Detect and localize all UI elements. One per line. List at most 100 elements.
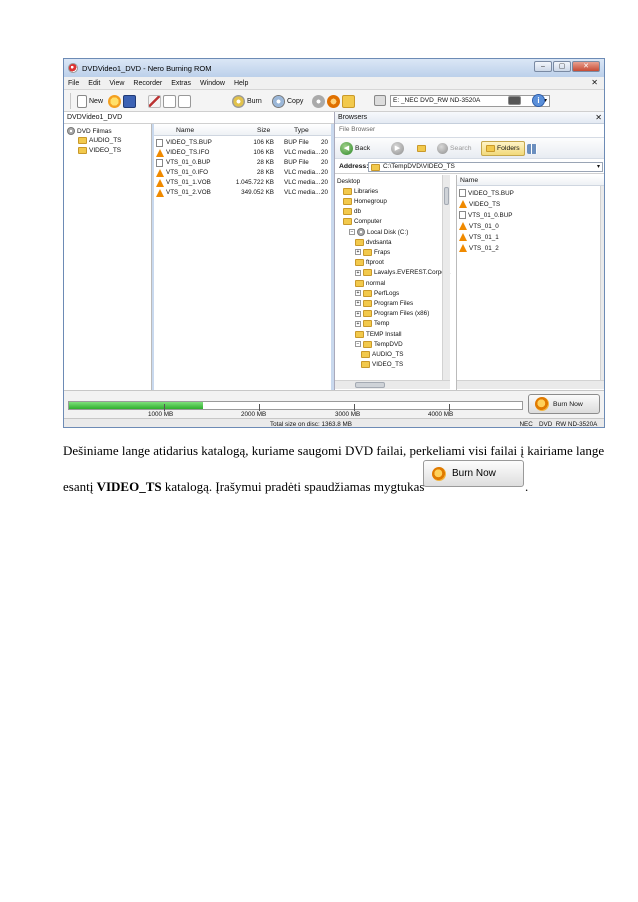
minimize-button[interactable]: –: [534, 61, 552, 72]
file-name: VIDEO_TS.IFO: [166, 149, 210, 156]
table-row[interactable]: VTS_01_0.IFO 28 KB VLC media... 20: [154, 168, 331, 178]
drive-select[interactable]: E: _NEC DVD_RW ND-3520A ▾: [390, 95, 550, 107]
browser-close-icon[interactable]: ✕: [595, 113, 602, 122]
menu-help[interactable]: Help: [234, 80, 248, 87]
folder-tree-item[interactable]: ftproot: [355, 258, 384, 268]
folder-tree-item[interactable]: + PerfLogs: [355, 288, 399, 298]
table-row[interactable]: VIDEO_TS.BUP 106 KB BUP File 20: [154, 138, 331, 148]
new-button[interactable]: New: [70, 93, 103, 109]
list-item[interactable]: VIDEO_TS.BUP: [459, 188, 514, 198]
burn-button[interactable]: Burn: [232, 93, 262, 109]
menu-file[interactable]: File: [68, 80, 79, 87]
table-row[interactable]: VTS_01_0.BUP 28 KB BUP File 20: [154, 158, 331, 168]
capacity-tick: [259, 404, 260, 411]
column-type[interactable]: Type: [294, 127, 309, 134]
capacity-tick: [164, 404, 165, 411]
folder-tree-item[interactable]: + Program Files (x86): [355, 309, 429, 319]
expand-toggle-icon[interactable]: −: [349, 229, 355, 235]
expand-toggle-icon[interactable]: −: [355, 341, 361, 348]
forward-button[interactable]: ▶: [391, 141, 404, 156]
folder-tree-item[interactable]: Homegroup: [343, 196, 387, 206]
maximize-button[interactable]: ▢: [553, 61, 571, 72]
folder-tree-item[interactable]: Computer: [343, 217, 382, 227]
expand-toggle-icon[interactable]: +: [355, 300, 361, 307]
menu-recorder[interactable]: Recorder: [133, 80, 162, 87]
tree-vertical-scrollbar[interactable]: [442, 175, 450, 380]
expand-toggle-icon[interactable]: +: [355, 290, 361, 297]
folders-button[interactable]: Folders: [481, 141, 525, 156]
copy-button[interactable]: Copy: [272, 93, 303, 109]
files-horizontal-scrollbar[interactable]: [457, 380, 604, 389]
menu-window[interactable]: Window: [200, 80, 225, 87]
drive-icon[interactable]: [508, 96, 521, 105]
folder-tree-item[interactable]: Desktop: [337, 176, 360, 186]
folder-tree-item[interactable]: + Fraps: [355, 247, 390, 257]
folder-tree-item[interactable]: + Program Files: [355, 298, 413, 308]
folder-tree-item[interactable]: − Local Disk (C:): [349, 227, 408, 237]
folder-tree-item[interactable]: normal: [355, 278, 385, 288]
folder-tree-item[interactable]: + Temp: [355, 319, 389, 329]
menu-extras[interactable]: Extras: [171, 80, 191, 87]
erase-icon[interactable]: [327, 94, 340, 108]
folder-icon: [361, 361, 370, 369]
view-button[interactable]: [527, 141, 537, 156]
tree-item-video-ts[interactable]: VIDEO_TS: [78, 147, 121, 154]
up-folder-button[interactable]: [417, 141, 426, 156]
folder-tree-label: ftproot: [366, 259, 384, 267]
cut-icon[interactable]: [148, 94, 161, 108]
list-item[interactable]: VTS_01_2: [459, 243, 499, 253]
folder-tree-item[interactable]: AUDIO_TS: [361, 349, 404, 359]
table-row[interactable]: VIDEO_TS.IFO 106 KB VLC media... 20: [154, 148, 331, 158]
info-icon[interactable]: i: [532, 94, 545, 107]
tab-file-browser[interactable]: File Browser: [339, 126, 375, 133]
burn-now-button[interactable]: Burn Now: [528, 394, 600, 414]
folder-tree-item[interactable]: + Lavalys.EVEREST.Corpora: [355, 268, 450, 278]
browser-folder-icon[interactable]: [342, 94, 355, 108]
back-button[interactable]: ◀ Back: [340, 141, 370, 156]
capacity-label: 2000 MB: [241, 411, 267, 418]
files-vertical-scrollbar[interactable]: [600, 186, 604, 380]
file-size: 28 KB: [256, 159, 274, 166]
column-size[interactable]: Size: [257, 127, 270, 134]
tree-horizontal-scrollbar[interactable]: [335, 380, 450, 389]
folder-tree-item[interactable]: db: [343, 207, 361, 217]
folder-tree-item[interactable]: Libraries: [343, 186, 378, 196]
close-button[interactable]: ✕: [572, 61, 600, 72]
file-name: VTS_01_1.VOB: [166, 179, 211, 186]
printer-icon[interactable]: [374, 95, 386, 106]
chevron-down-icon: ▾: [596, 164, 600, 170]
tree-item-audio-ts[interactable]: AUDIO_TS: [78, 137, 122, 144]
folder-tree-item[interactable]: TEMP Install: [355, 329, 402, 339]
address-input[interactable]: C:\TempDVD\VIDEO_TS ▾: [368, 162, 603, 172]
expand-toggle-icon[interactable]: +: [355, 269, 361, 276]
folder-tree-item[interactable]: dvdsanta: [355, 237, 392, 247]
list-item[interactable]: VTS_01_0.BUP: [459, 210, 512, 220]
table-row[interactable]: VTS_01_2.VOB 349.052 KB VLC media... 20: [154, 188, 331, 198]
list-item[interactable]: VIDEO_TS: [459, 199, 500, 209]
expand-toggle-icon[interactable]: +: [355, 320, 361, 327]
copy-doc-icon[interactable]: [163, 94, 176, 108]
menu-edit[interactable]: Edit: [88, 80, 100, 87]
paste-icon[interactable]: [178, 94, 191, 108]
menu-view[interactable]: View: [109, 80, 124, 87]
disc-info-icon[interactable]: [312, 94, 325, 108]
expand-toggle-icon[interactable]: +: [355, 310, 361, 317]
scroll-thumb[interactable]: [355, 382, 385, 388]
folder-tree-item[interactable]: − TempDVD: [355, 339, 403, 349]
table-row[interactable]: VTS_01_1.VOB 1.045.722 KB VLC media... 20: [154, 178, 331, 188]
browser-panel: Browsers ✕ File Browser ◀ Back ▶ Search …: [334, 112, 604, 390]
folder-tree-item[interactable]: VIDEO_TS: [361, 360, 403, 370]
list-item[interactable]: VTS_01_1: [459, 232, 499, 242]
tree-item-dvd-filmas[interactable]: DVD Filmas: [67, 127, 112, 135]
menu-close-icon[interactable]: ✕: [591, 78, 598, 87]
column-name[interactable]: Name: [457, 175, 604, 186]
save-icon[interactable]: [123, 94, 136, 108]
expand-toggle-icon[interactable]: +: [355, 249, 361, 256]
open-star-icon[interactable]: [108, 94, 121, 108]
column-name[interactable]: Name: [176, 127, 194, 134]
main-toolbar: New Burn Copy E: _NEC DVD_RW ND-3520A ▾: [64, 90, 604, 112]
scroll-thumb[interactable]: [444, 187, 449, 205]
list-item[interactable]: VTS_01_0: [459, 221, 499, 231]
search-button[interactable]: Search: [437, 141, 472, 156]
folder-tree-label: Program Files (x86): [374, 310, 430, 318]
